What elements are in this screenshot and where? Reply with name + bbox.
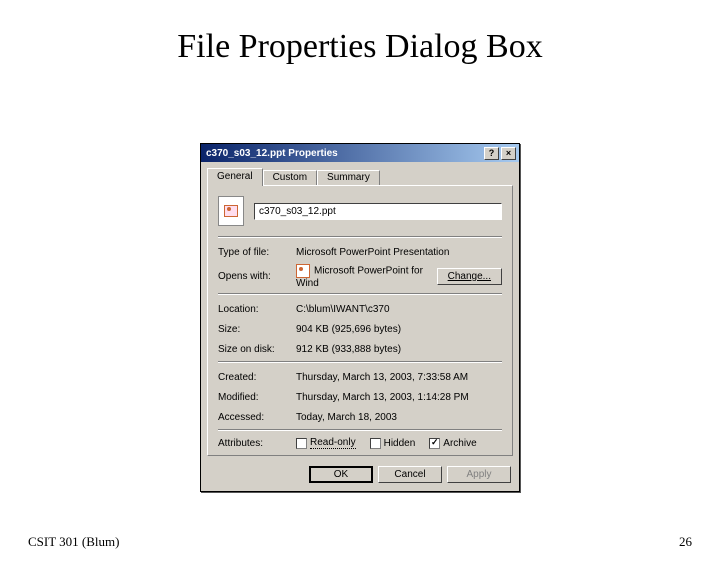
general-panel: c370_s03_12.ppt Type of file: Microsoft … [207, 185, 513, 456]
created-label: Created: [218, 372, 296, 383]
readonly-label: Read-only [310, 437, 356, 449]
accessed-label: Accessed: [218, 412, 296, 423]
close-button[interactable]: × [501, 147, 516, 160]
created-value: Thursday, March 13, 2003, 7:33:58 AM [296, 372, 502, 383]
dialog-button-row: OK Cancel Apply [201, 462, 519, 491]
opens-with-label: Opens with: [218, 271, 296, 282]
titlebar[interactable]: c370_s03_12.ppt Properties ? × [201, 144, 519, 162]
tab-summary[interactable]: Summary [317, 170, 380, 185]
opens-with-text: Microsoft PowerPoint for Wind [296, 266, 423, 289]
cancel-button[interactable]: Cancel [378, 466, 442, 483]
divider [218, 293, 502, 295]
size-on-disk-label: Size on disk: [218, 344, 296, 355]
change-button[interactable]: Change... [437, 268, 502, 285]
apply-button[interactable]: Apply [447, 466, 511, 483]
footer-left: CSIT 301 (Blum) [28, 534, 120, 550]
archive-label: Archive [443, 438, 476, 449]
type-value: Microsoft PowerPoint Presentation [296, 247, 502, 258]
hidden-label: Hidden [384, 438, 416, 449]
ok-button[interactable]: OK [309, 466, 373, 483]
tab-general[interactable]: General [207, 168, 263, 186]
archive-checkbox[interactable] [429, 438, 440, 449]
tab-strip: General Custom Summary [207, 168, 513, 185]
hidden-checkbox[interactable] [370, 438, 381, 449]
filename-field[interactable]: c370_s03_12.ppt [254, 203, 502, 220]
divider [218, 429, 502, 431]
size-label: Size: [218, 324, 296, 335]
opens-with-value: Microsoft PowerPoint for Wind [296, 264, 437, 289]
location-label: Location: [218, 304, 296, 315]
slide-title: File Properties Dialog Box [0, 28, 720, 66]
modified-value: Thursday, March 13, 2003, 1:14:28 PM [296, 392, 502, 403]
properties-dialog: c370_s03_12.ppt Properties ? × General C… [200, 143, 520, 492]
attributes-label: Attributes: [218, 438, 296, 449]
size-on-disk-value: 912 KB (933,888 bytes) [296, 344, 502, 355]
footer-page-number: 26 [679, 534, 692, 550]
location-value: C:\blum\IWANT\c370 [296, 304, 502, 315]
divider [218, 361, 502, 363]
readonly-checkbox[interactable] [296, 438, 307, 449]
modified-label: Modified: [218, 392, 296, 403]
divider [218, 236, 502, 238]
accessed-value: Today, March 18, 2003 [296, 412, 502, 423]
help-button[interactable]: ? [484, 147, 499, 160]
powerpoint-icon [296, 264, 310, 278]
size-value: 904 KB (925,696 bytes) [296, 324, 502, 335]
tab-custom[interactable]: Custom [263, 170, 317, 185]
type-label: Type of file: [218, 247, 296, 258]
file-icon [218, 196, 244, 226]
dialog-title: c370_s03_12.ppt Properties [204, 148, 482, 159]
